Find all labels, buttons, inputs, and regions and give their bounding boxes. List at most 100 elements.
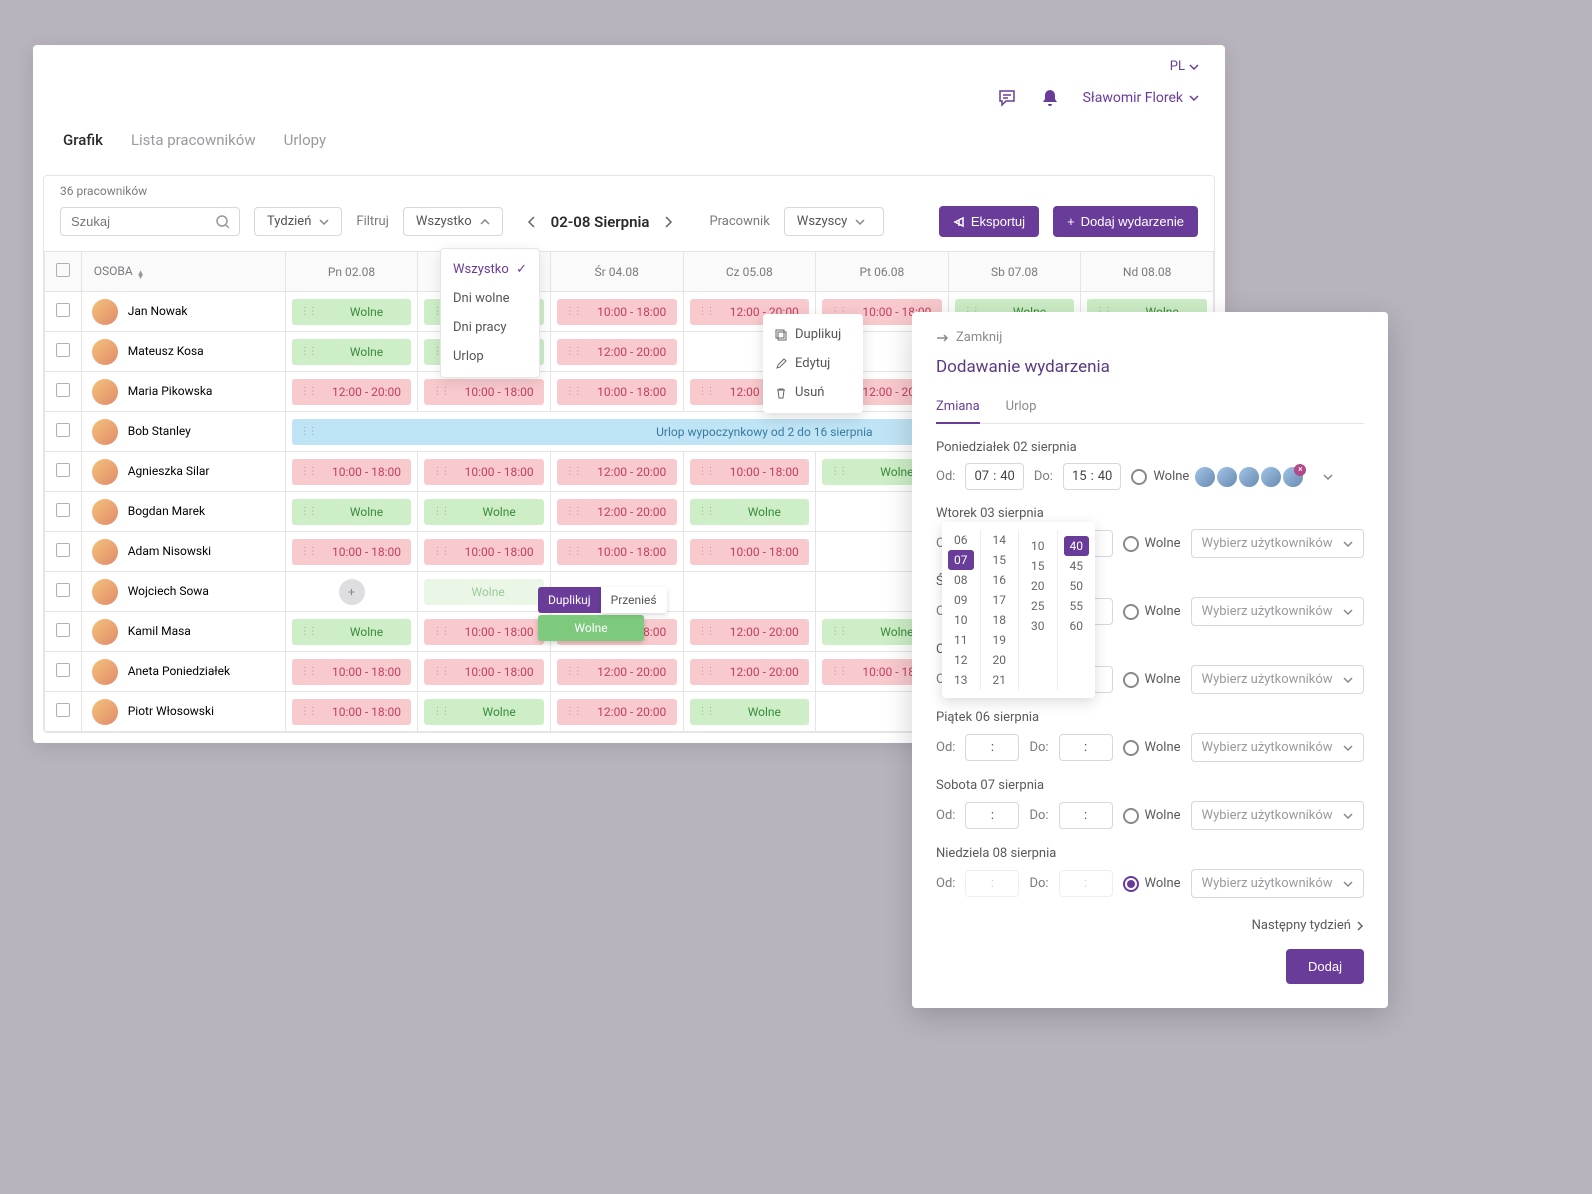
from-time-input[interactable]: : [965,870,1019,897]
person-cell[interactable]: Jan Nowak [81,292,285,332]
person-cell[interactable]: Mateusz Kosa [81,332,285,372]
employee-select[interactable]: Wszyscy [784,207,884,236]
period-select[interactable]: Tydzień [254,207,342,236]
context-delete[interactable]: Usuń [763,378,863,407]
shift-chip[interactable]: ⋮⋮12:00 - 20:00 [557,459,677,485]
day-cell[interactable]: ⋮⋮12:00 - 20:00 [550,492,683,532]
person-cell[interactable]: Wojciech Sowa [81,572,285,612]
shift-chip[interactable]: ⋮⋮10:00 - 18:00 [424,459,544,485]
shift-chip[interactable]: ⋮⋮10:00 - 18:00 [557,379,677,405]
day-cell[interactable]: ⋮⋮12:00 - 20:00 [683,652,816,692]
person-cell[interactable]: Adam Nisowski [81,532,285,572]
person-cell[interactable]: Aneta Poniedziałek [81,652,285,692]
filter-option-leave[interactable]: Urlop [441,342,539,371]
search-box[interactable] [60,207,240,236]
time-option[interactable]: 11 [948,630,974,650]
user-select[interactable]: Wybierz użytkowników [1191,597,1364,626]
row-checkbox[interactable] [56,543,70,557]
day-cell[interactable]: ⋮⋮10:00 - 18:00 [418,652,551,692]
user-select[interactable]: Wybierz użytkowników [1191,665,1364,694]
next-week-button[interactable]: Następny tydzień [1252,918,1364,933]
chat-icon[interactable] [997,88,1017,108]
day-cell[interactable]: ⋮⋮10:00 - 18:00 [285,532,418,572]
free-chip[interactable]: ⋮⋮Wolne [690,699,810,725]
user-select[interactable]: Wybierz użytkowników [1191,529,1364,558]
to-time-input[interactable]: 15:40 [1063,463,1121,490]
user-select[interactable]: Wybierz użytkowników [1191,869,1364,898]
day-cell[interactable]: ⋮⋮Wolne [285,332,418,372]
shift-chip[interactable]: ⋮⋮10:00 - 18:00 [292,459,412,485]
person-cell[interactable]: Piotr Włosowski [81,692,285,732]
time-option[interactable]: 45 [1064,556,1090,576]
filter-option-work[interactable]: Dni pracy [441,313,539,342]
time-option[interactable]: 14 [987,530,1013,550]
to-time-input[interactable]: : [1059,734,1113,761]
time-option[interactable]: 15 [987,550,1013,570]
row-checkbox[interactable] [56,623,70,637]
day-cell[interactable]: + [285,572,418,612]
day-cell[interactable]: ⋮⋮10:00 - 18:00 [285,692,418,732]
time-option[interactable]: 12 [948,650,974,670]
to-time-input[interactable]: : [1059,870,1113,897]
time-option[interactable]: 06 [948,530,974,550]
person-cell[interactable]: Maria Pikowska [81,372,285,412]
search-input[interactable] [71,214,216,229]
day-cell[interactable]: ⋮⋮Wolne [683,492,816,532]
day-cell[interactable]: ⋮⋮10:00 - 18:00 [418,532,551,572]
day-cell[interactable]: ⋮⋮10:00 - 18:00 [418,452,551,492]
time-option[interactable]: 40 [1064,536,1090,556]
person-cell[interactable]: Kamil Masa [81,612,285,652]
shift-chip[interactable]: ⋮⋮12:00 - 20:00 [557,699,677,725]
shift-chip[interactable]: ⋮⋮12:00 - 20:00 [557,499,677,525]
user-select[interactable]: Wybierz użytkowników [1191,801,1364,830]
time-option[interactable]: 55 [1064,596,1090,616]
bell-icon[interactable] [1041,88,1059,108]
prev-week-button[interactable] [523,212,539,232]
day-cell[interactable]: ⋮⋮10:00 - 18:00 [285,652,418,692]
time-option[interactable]: 09 [948,590,974,610]
avatar-remove[interactable] [1281,465,1305,489]
day-cell[interactable]: ⋮⋮10:00 - 18:00 [683,532,816,572]
drag-duplicate-tab[interactable]: Duplikuj [538,587,601,613]
free-chip[interactable]: ⋮⋮Wolne [292,299,412,325]
time-option[interactable]: 15 [1025,556,1051,576]
free-chip[interactable]: ⋮⋮Wolne [292,339,412,365]
select-all-checkbox[interactable] [56,263,70,277]
shift-chip[interactable]: ⋮⋮12:00 - 20:00 [557,339,677,365]
shift-chip[interactable]: ⋮⋮10:00 - 18:00 [690,459,810,485]
from-time-input[interactable]: : [965,734,1019,761]
free-chip[interactable]: ⋮⋮Wolne [424,699,544,725]
user-select[interactable]: Wybierz użytkowników [1191,733,1364,762]
row-checkbox[interactable] [56,503,70,517]
day-cell[interactable]: ⋮⋮Wolne [683,692,816,732]
day-cell[interactable]: Wolne [418,572,551,612]
filter-select[interactable]: Wszystko [403,207,503,236]
day-cell[interactable]: ⋮⋮12:00 - 20:00 [550,452,683,492]
time-option[interactable]: 50 [1064,576,1090,596]
day-cell[interactable]: ⋮⋮10:00 - 18:00 [550,292,683,332]
shift-chip[interactable]: ⋮⋮10:00 - 18:00 [424,539,544,565]
time-option[interactable]: 16 [987,570,1013,590]
column-person[interactable]: OSOBA▲▼ [81,252,285,292]
row-checkbox[interactable] [56,663,70,677]
shift-chip[interactable]: ⋮⋮12:00 - 20:00 [557,659,677,685]
close-panel-button[interactable]: Zamknij [936,330,1364,345]
add-event-button[interactable]: + Dodaj wydarzenie [1053,206,1198,237]
person-cell[interactable]: Bogdan Marek [81,492,285,532]
person-cell[interactable]: Agnieszka Silar [81,452,285,492]
free-radio[interactable]: Wolne [1123,672,1181,688]
shift-chip[interactable]: ⋮⋮10:00 - 18:00 [690,539,810,565]
row-checkbox[interactable] [56,703,70,717]
export-button[interactable]: Eksportuj [939,206,1039,237]
free-radio[interactable]: Wolne [1123,536,1181,552]
from-time-input[interactable]: 07:40 [965,463,1023,490]
shift-chip[interactable]: ⋮⋮10:00 - 18:00 [292,659,412,685]
free-radio[interactable]: Wolne [1123,876,1181,892]
day-cell[interactable]: ⋮⋮10:00 - 18:00 [285,452,418,492]
next-week-button[interactable] [661,212,677,232]
add-cell-button[interactable]: + [339,579,365,605]
time-option[interactable]: 30 [1025,616,1051,636]
day-cell[interactable]: ⋮⋮10:00 - 18:00 [550,532,683,572]
shift-chip[interactable]: ⋮⋮10:00 - 18:00 [557,299,677,325]
time-option[interactable]: 20 [987,650,1013,670]
